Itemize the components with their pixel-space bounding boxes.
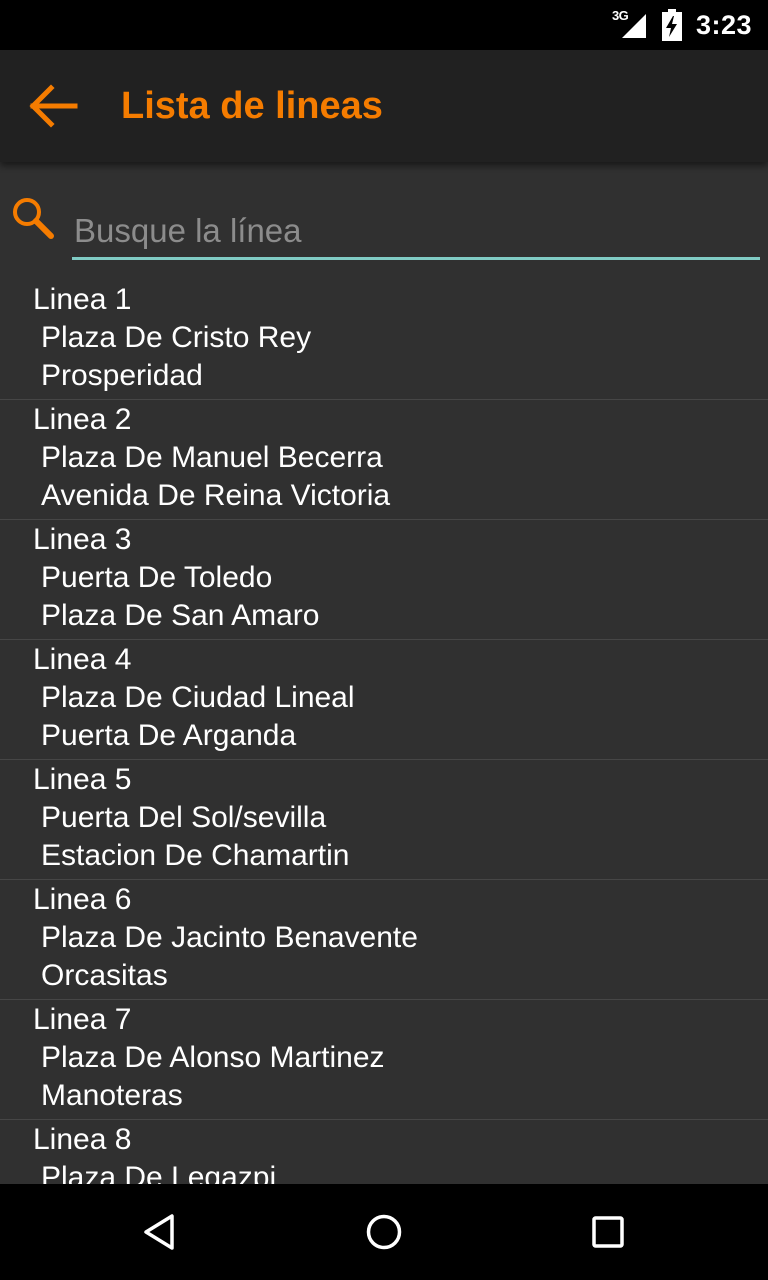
list-item[interactable]: Linea 8 Plaza De Legazpi bbox=[0, 1120, 768, 1184]
line-name: Linea 8 bbox=[33, 1123, 132, 1156]
back-button[interactable] bbox=[22, 78, 86, 134]
line-destination: Estacion De Chamartin bbox=[41, 839, 350, 872]
nav-home-button[interactable] bbox=[348, 1196, 420, 1268]
page-title: Lista de lineas bbox=[121, 85, 383, 127]
line-destination: Plaza De San Amaro bbox=[41, 599, 320, 632]
line-name: Linea 7 bbox=[33, 1003, 132, 1036]
list-item[interactable]: Linea 5 Puerta Del Sol/sevilla Estacion … bbox=[0, 760, 768, 880]
app-bar: Lista de lineas bbox=[0, 50, 768, 162]
back-triangle-icon bbox=[144, 1214, 174, 1250]
recents-square-icon bbox=[592, 1216, 624, 1248]
list-item[interactable]: Linea 4 Plaza De Ciudad Lineal Puerta De… bbox=[0, 640, 768, 760]
list-item[interactable]: Linea 1 Plaza De Cristo Rey Prosperidad bbox=[0, 280, 768, 400]
line-name: Linea 1 bbox=[33, 283, 132, 316]
nav-back-button[interactable] bbox=[124, 1196, 196, 1268]
line-name: Linea 2 bbox=[33, 403, 132, 436]
line-name: Linea 5 bbox=[33, 763, 132, 796]
search-row bbox=[0, 162, 768, 272]
signal-icon: 3G bbox=[612, 8, 648, 40]
list-item[interactable]: Linea 6 Plaza De Jacinto Benavente Orcas… bbox=[0, 880, 768, 1000]
home-circle-icon bbox=[366, 1214, 402, 1250]
line-origin: Plaza De Alonso Martinez bbox=[41, 1041, 385, 1074]
line-destination: Puerta De Arganda bbox=[41, 719, 297, 752]
line-origin: Plaza De Cristo Rey bbox=[41, 321, 312, 354]
line-origin: Plaza De Manuel Becerra bbox=[41, 441, 383, 474]
line-name: Linea 4 bbox=[33, 643, 132, 676]
line-destination: Prosperidad bbox=[41, 359, 203, 392]
line-name: Linea 6 bbox=[33, 883, 132, 916]
line-destination: Avenida De Reina Victoria bbox=[41, 479, 391, 512]
list-item[interactable]: Linea 3 Puerta De Toledo Plaza De San Am… bbox=[0, 520, 768, 640]
status-right: 3G 3:23 bbox=[612, 0, 752, 50]
arrow-back-icon bbox=[29, 84, 78, 128]
search-icon[interactable] bbox=[8, 194, 58, 244]
nav-recents-button[interactable] bbox=[572, 1196, 644, 1268]
line-origin: Plaza De Legazpi bbox=[41, 1161, 277, 1184]
line-origin: Plaza De Jacinto Benavente bbox=[41, 921, 418, 954]
list-item[interactable]: Linea 7 Plaza De Alonso Martinez Manoter… bbox=[0, 1000, 768, 1120]
list-item[interactable]: Linea 2 Plaza De Manuel Becerra Avenida … bbox=[0, 400, 768, 520]
clock: 3:23 bbox=[695, 9, 752, 40]
line-origin: Puerta Del Sol/sevilla bbox=[41, 801, 327, 834]
line-destination: Manoteras bbox=[41, 1079, 183, 1112]
search-input[interactable] bbox=[72, 206, 760, 260]
screen: 3G 3:23 Lista de lineas Busque la línea … bbox=[0, 0, 768, 1280]
line-origin: Plaza De Ciudad Lineal bbox=[41, 681, 355, 714]
status-bar: 3G 3:23 bbox=[0, 0, 768, 50]
battery-charging-icon bbox=[661, 9, 682, 41]
line-destination: Orcasitas bbox=[41, 959, 168, 992]
navigation-bar bbox=[0, 1184, 768, 1280]
line-origin: Puerta De Toledo bbox=[41, 561, 273, 594]
lines-list: Linea 1 Plaza De Cristo Rey Prosperidad … bbox=[0, 280, 768, 1184]
line-name: Linea 3 bbox=[33, 523, 132, 556]
